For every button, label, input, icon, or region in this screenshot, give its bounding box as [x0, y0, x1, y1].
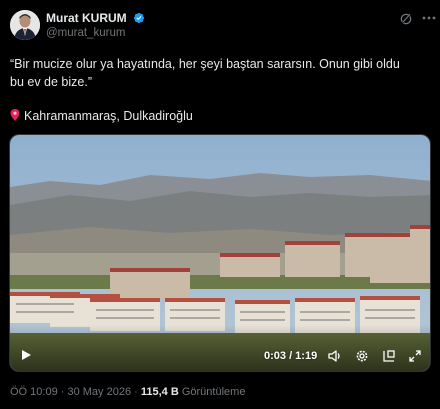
video-player[interactable]: 0:03 / 1:19: [9, 134, 431, 372]
grok-icon[interactable]: [399, 12, 413, 26]
author-handle[interactable]: @murat_kurum: [46, 27, 125, 39]
views-count: 115,4 B: [140, 386, 179, 398]
picture-in-picture-icon[interactable]: [382, 349, 396, 363]
verified-badge-icon: [133, 12, 145, 24]
video-controls: 0:03 / 1:19: [10, 337, 430, 371]
tweet-meta: ÖÖ 10:09 · 30 May 2026 · 115,4 B Görüntü…: [10, 386, 245, 398]
tweet-location: Kahramanmaraş, Dulkadiroğlu: [10, 107, 193, 125]
tweet-text-line: bu ev de bize.”: [10, 75, 92, 89]
author-name[interactable]: Murat KURUM: [46, 11, 127, 25]
play-icon[interactable]: [20, 349, 32, 361]
location-pin-icon: [10, 109, 20, 121]
tweet-text-line: “Bir mucize olur ya hayatında, her şeyi …: [10, 57, 400, 71]
settings-gear-icon[interactable]: [355, 349, 369, 363]
views-label: Görüntüleme: [181, 386, 246, 398]
location-text: Kahramanmaraş, Dulkadiroğlu: [24, 109, 193, 123]
tweet-text: “Bir mucize olur ya hayatında, her şeyi …: [10, 55, 430, 91]
fullscreen-icon[interactable]: [408, 349, 422, 363]
volume-icon[interactable]: [328, 349, 342, 363]
avatar[interactable]: [10, 10, 40, 40]
more-options-icon[interactable]: [421, 10, 437, 26]
tweet-header: Murat KURUM @murat_kurum: [10, 10, 436, 44]
video-time: 0:03 / 1:19: [264, 350, 318, 362]
tweet-timestamp[interactable]: ÖÖ 10:09 · 30 May 2026 ·: [10, 386, 138, 398]
